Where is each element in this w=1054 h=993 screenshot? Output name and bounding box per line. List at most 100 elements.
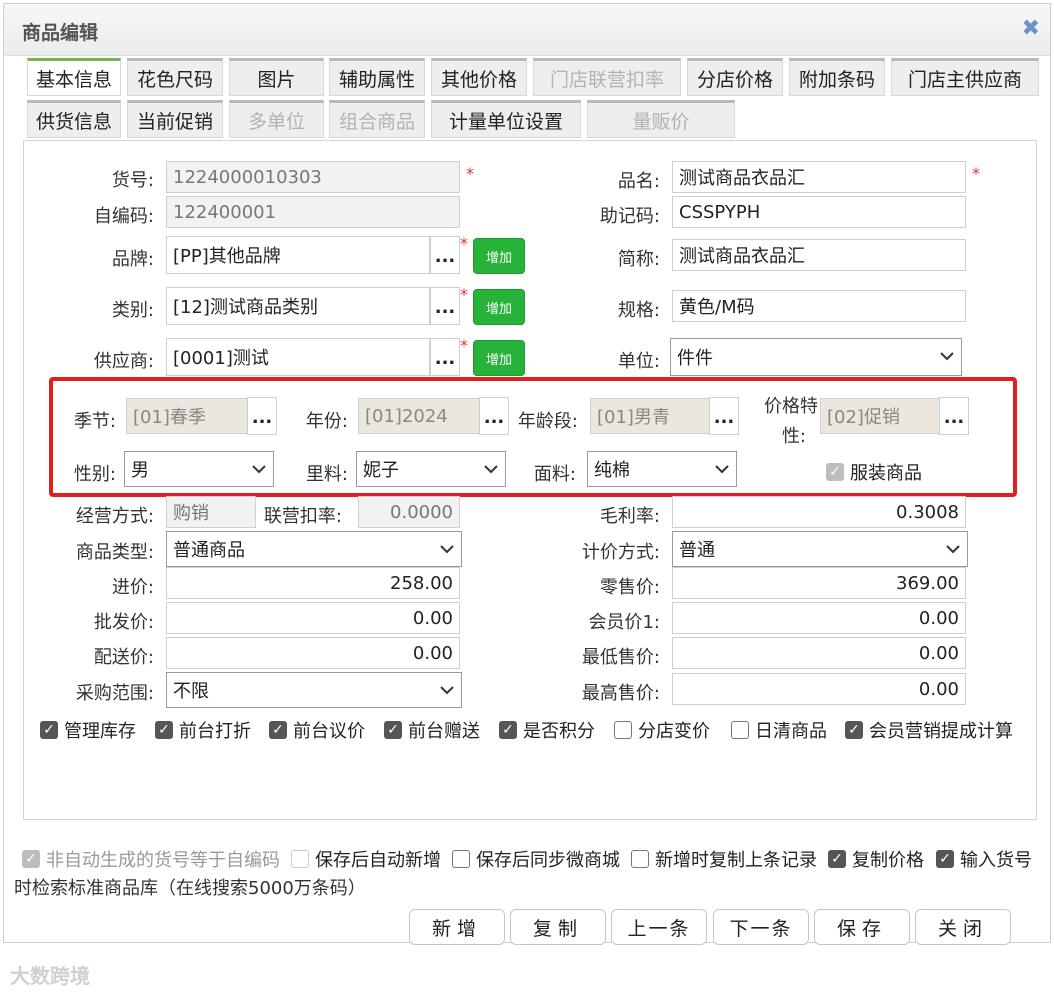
delivery-price-field[interactable]: 0.00 [166, 637, 460, 669]
supplier-lookup-button[interactable]: ... [430, 338, 460, 376]
tab-branch-prices[interactable]: 分店价格 [687, 58, 783, 96]
option-label: 会员营销提成计算 [869, 721, 1013, 742]
new-button[interactable]: 新增 [409, 909, 505, 945]
unit-select[interactable]: 件件 [670, 338, 962, 376]
year-field[interactable]: [01]2024 [358, 398, 480, 434]
tab-color-size[interactable]: 花色尺码 [127, 58, 223, 96]
add-category-button[interactable]: 增加 [473, 289, 525, 325]
purchase-scope-select[interactable]: 不限 [166, 672, 462, 708]
year-lookup-button[interactable]: ... [479, 397, 509, 435]
footer-option-label: 保存后同步微商城 [476, 850, 620, 871]
footer-option-input-code[interactable]: 输入货号 [936, 846, 1032, 872]
checkbox-icon [614, 721, 632, 739]
footer-option-copy-last[interactable]: 新增时复制上条记录 [631, 846, 817, 872]
purchase-price-field[interactable]: 258.00 [166, 567, 460, 599]
name-field[interactable]: 测试商品衣品汇 [672, 161, 966, 193]
chevron-down-icon [939, 348, 954, 362]
category-lookup-button[interactable]: ... [430, 287, 460, 325]
close-icon[interactable]: ✖ [1022, 16, 1040, 41]
window-title: 商品编辑 [22, 22, 99, 44]
wholesale-price-field[interactable]: 0.00 [166, 602, 460, 634]
brand-field[interactable]: [PP]其他品牌 [166, 236, 430, 274]
option-front-gift[interactable]: 前台赠送 [384, 717, 480, 743]
option-member-commission[interactable]: 会员营销提成计算 [845, 717, 1013, 743]
delivery-price-label: 配送价: [93, 647, 154, 668]
tab-extra-barcodes[interactable]: 附加条码 [789, 58, 885, 96]
apparel-product-label: 服装商品 [850, 463, 922, 484]
operation-field[interactable]: 购销 [166, 496, 256, 528]
tab-current-promo[interactable]: 当前促销 [127, 100, 223, 138]
option-points[interactable]: 是否积分 [499, 717, 595, 743]
tab-unit-settings[interactable]: 计量单位设置 [431, 100, 581, 138]
tab-other-prices[interactable]: 其他价格 [431, 58, 527, 96]
season-field[interactable]: [01]春季 [126, 398, 248, 434]
min-price-field[interactable]: 0.00 [672, 637, 966, 669]
option-branch-price-change[interactable]: 分店变价 [614, 717, 710, 743]
option-label: 前台议价 [293, 721, 365, 742]
tab-aux-attributes[interactable]: 辅助属性 [329, 58, 425, 96]
retail-price-field[interactable]: 369.00 [672, 567, 966, 599]
product-type-value: 普通商品 [173, 540, 245, 561]
copy-button[interactable]: 复制 [510, 909, 606, 945]
next-button[interactable]: 下一条 [713, 909, 809, 945]
category-field[interactable]: [12]测试商品类别 [166, 287, 430, 325]
pricing-method-select[interactable]: 普通 [672, 531, 968, 567]
price-attr-field[interactable]: [02]促销 [820, 398, 940, 434]
brand-lookup-button[interactable]: ... [430, 236, 460, 274]
add-brand-button[interactable]: 增加 [473, 238, 525, 274]
fabric-select[interactable]: 纯棉 [587, 451, 737, 487]
purchase-scope-value: 不限 [173, 681, 209, 702]
max-price-field[interactable]: 0.00 [672, 673, 966, 705]
fabric-label: 面料: [533, 464, 576, 485]
option-front-bargain[interactable]: 前台议价 [269, 717, 365, 743]
tab-basic-info[interactable]: 基本信息 [27, 58, 121, 96]
apparel-product-checkbox[interactable]: 服装商品 [826, 459, 922, 485]
mnemonic-field[interactable]: CSSPYPH [672, 196, 966, 228]
member-price1-field[interactable]: 0.00 [672, 602, 966, 634]
year-label: 年份: [305, 411, 348, 432]
age-field[interactable]: [01]男青 [590, 398, 710, 434]
price-attr-lookup-button[interactable]: ... [939, 397, 969, 435]
supplier-field[interactable]: [0001]测试 [166, 338, 430, 376]
footer-option-sync-mall[interactable]: 保存后同步微商城 [452, 846, 620, 872]
lining-select[interactable]: 妮子 [356, 451, 506, 487]
save-button[interactable]: 保存 [814, 909, 910, 945]
member-price1-label: 会员价1: [588, 612, 660, 633]
wholesale-price-label: 批发价: [93, 612, 154, 633]
mnemonic-label: 助记码: [599, 206, 660, 227]
chevron-down-icon [251, 461, 266, 475]
footer-option-copy-price[interactable]: 复制价格 [828, 846, 924, 872]
gender-select[interactable]: 男 [124, 451, 274, 487]
season-lookup-button[interactable]: ... [247, 397, 277, 435]
checkbox-icon [499, 721, 517, 739]
name-label: 品名: [617, 171, 660, 192]
tab-images[interactable]: 图片 [229, 58, 324, 96]
option-front-discount[interactable]: 前台打折 [155, 717, 251, 743]
product-type-select[interactable]: 普通商品 [166, 531, 462, 567]
chevron-down-icon [439, 541, 454, 555]
checkbox-icon [826, 463, 844, 481]
lining-value: 妮子 [363, 460, 399, 481]
tab-store-main-supplier[interactable]: 门店主供应商 [891, 58, 1039, 96]
supplier-label: 供应商: [93, 351, 154, 372]
tab-supply-info[interactable]: 供货信息 [27, 100, 121, 138]
option-daily-clear[interactable]: 日清商品 [731, 717, 827, 743]
option-label: 前台打折 [179, 721, 251, 742]
age-lookup-button[interactable]: ... [709, 397, 739, 435]
checkbox-icon [828, 850, 846, 868]
joint-rate-field[interactable]: 0.0000 [358, 496, 460, 528]
option-manage-stock[interactable]: 管理库存 [40, 717, 136, 743]
close-button[interactable]: 关闭 [915, 909, 1011, 945]
checkbox-icon [631, 850, 649, 868]
item-no-label: 货号: [111, 170, 154, 191]
self-code-field[interactable]: 122400001 [166, 196, 460, 228]
add-supplier-button[interactable]: 增加 [473, 340, 525, 376]
gross-margin-field[interactable]: 0.3008 [672, 496, 966, 528]
checkbox-icon [936, 850, 954, 868]
checkbox-icon [845, 721, 863, 739]
footer-option-label: 复制价格 [852, 850, 924, 871]
short-name-field[interactable]: 测试商品衣品汇 [672, 239, 966, 271]
prev-button[interactable]: 上一条 [611, 909, 707, 945]
item-no-field[interactable]: 1224000010303 [166, 161, 460, 193]
spec-field[interactable]: 黄色/M码 [672, 290, 966, 322]
